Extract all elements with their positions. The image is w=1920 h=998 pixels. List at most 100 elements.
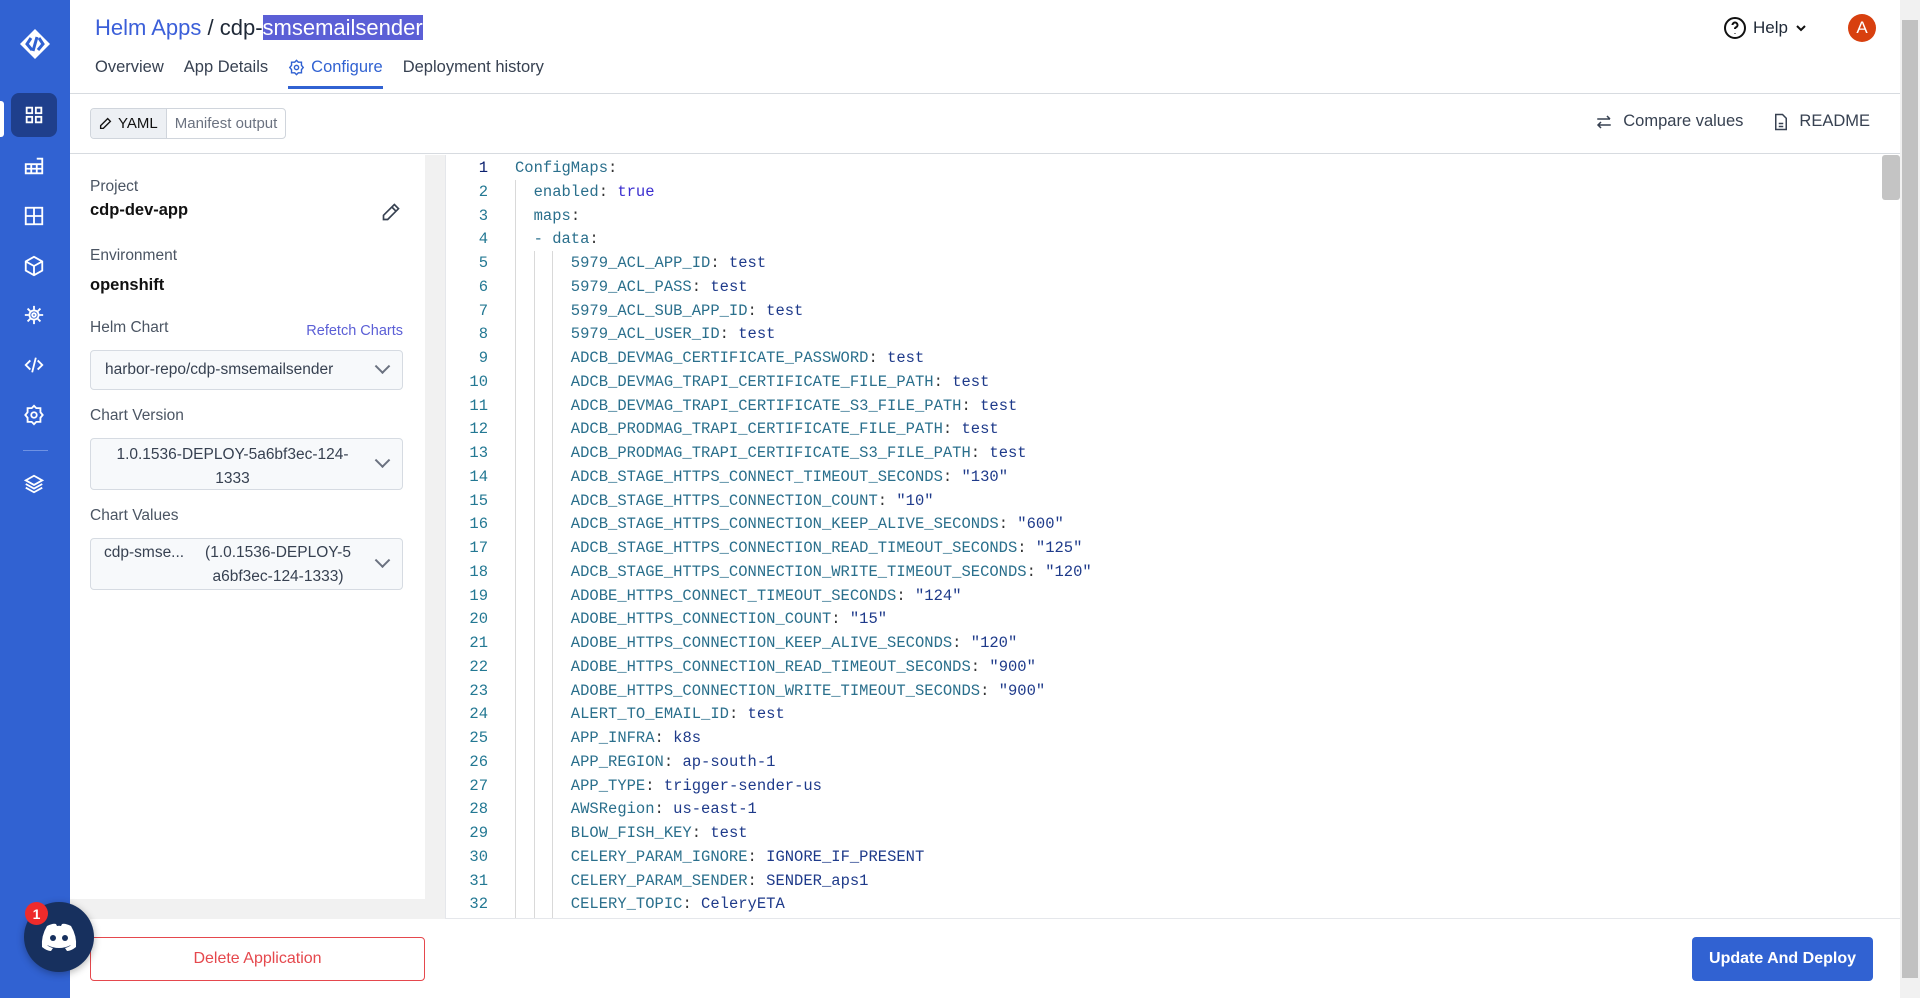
line-number: 20 — [469, 610, 488, 629]
pencil-icon — [99, 117, 112, 130]
code-line[interactable]: 20 ADOBE_HTTPS_CONNECTION_COUNT: "15" — [446, 607, 1900, 631]
tab-overview[interactable]: Overview — [95, 58, 164, 89]
edit-pencil-icon[interactable] — [381, 202, 401, 222]
code-text: ADOBE_HTTPS_CONNECT_TIMEOUT_SECONDS: "12… — [515, 584, 962, 608]
project-value: cdp-dev-app — [90, 201, 189, 219]
yaml-colon: : — [719, 325, 739, 344]
chart-version-value: 1.0.1536-DEPLOY-5a6bf3ec-124-1333 — [116, 446, 349, 487]
yaml-key: ADOBE_HTTPS_CONNECTION_WRITE_TIMEOUT_SEC… — [515, 681, 981, 700]
code-line[interactable]: 31 CELERY_PARAM_SENDER: SENDER_aps1 — [446, 869, 1900, 893]
yaml-colon: : — [877, 491, 897, 510]
line-number: 9 — [478, 349, 488, 367]
breadcrumb-helm-apps[interactable]: Helm Apps — [95, 15, 201, 40]
code-line[interactable]: 11 ADCB_DEVMAG_TRAPI_CERTIFICATE_S3_FILE… — [446, 394, 1900, 418]
sidebar-item-security[interactable] — [11, 293, 57, 337]
devtron-logo-icon[interactable] — [17, 26, 53, 62]
code-line[interactable]: 25 APP_INFRA: k8s — [446, 726, 1900, 750]
helm-chart-select[interactable]: harbor-repo/cdp-smsemailsender — [90, 350, 403, 390]
app-name-prefix: cdp- — [219, 15, 263, 40]
help-menu[interactable]: Help — [1723, 16, 1808, 40]
page-scrollbar-thumb[interactable] — [1902, 20, 1918, 978]
refetch-charts-link[interactable]: Refetch Charts — [306, 323, 403, 339]
code-line[interactable]: 4 - data: — [446, 227, 1900, 251]
code-line[interactable]: 14 ADCB_STAGE_HTTPS_CONNECT_TIMEOUT_SECO… — [446, 465, 1900, 489]
sidebar-item-stack-manager[interactable] — [11, 462, 57, 506]
chart-values-select[interactable]: cdp-smse... (1.0.1536-DEPLOY-5a6bf3ec-124… — [90, 538, 403, 590]
line-number: 11 — [469, 396, 488, 415]
code-line[interactable]: 5 5979_ACL_APP_ID: test — [446, 251, 1900, 275]
sidebar-item-chart-store[interactable] — [11, 244, 57, 288]
yaml-colon: : — [608, 159, 627, 177]
code-line[interactable]: 24 ALERT_TO_EMAIL_ID: test — [446, 702, 1900, 726]
code-line[interactable]: 9 ADCB_DEVMAG_CERTIFICATE_PASSWORD: test — [446, 346, 1900, 370]
editor-scrollbar-thumb[interactable] — [1882, 155, 1900, 200]
page-scrollbar[interactable] — [1900, 0, 1920, 998]
code-text: ADOBE_HTTPS_CONNECTION_KEEP_ALIVE_SECOND… — [515, 631, 1018, 655]
code-line[interactable]: 29 BLOW_FISH_KEY: test — [446, 821, 1900, 845]
code-line[interactable]: 30 CELERY_PARAM_IGNORE: IGNORE_IF_PRESEN… — [446, 845, 1900, 869]
code-line[interactable]: 18 ADCB_STAGE_HTTPS_CONNECTION_WRITE_TIM… — [446, 560, 1900, 584]
code-line[interactable]: 22 ADOBE_HTTPS_CONNECTION_READ_TIMEOUT_S… — [446, 655, 1900, 679]
readme-label: README — [1799, 112, 1870, 130]
yaml-value: test — [952, 372, 990, 391]
readme-button[interactable]: README — [1773, 112, 1870, 131]
yaml-key: ADCB_STAGE_HTTPS_CONNECT_TIMEOUT_SECONDS — [515, 467, 943, 486]
code-text: ADCB_STAGE_HTTPS_CONNECTION_WRITE_TIMEOU… — [515, 560, 1092, 584]
user-avatar[interactable]: A — [1848, 14, 1876, 42]
manifest-output-button[interactable]: Manifest output — [167, 109, 286, 138]
code-line[interactable]: 1 ConfigMaps: — [446, 156, 1900, 180]
yaml-colon: : — [710, 254, 729, 272]
line-number: 13 — [469, 444, 488, 462]
code-line[interactable]: 7 5979_ACL_SUB_APP_ID: test — [446, 299, 1900, 323]
sidebar-item-settings[interactable] — [11, 393, 57, 437]
code-line[interactable]: 13 ADCB_PRODMAG_TRAPI_CERTIFICATE_S3_FIL… — [446, 441, 1900, 465]
code-line[interactable]: 32 CELERY_TOPIC: CeleryETA — [446, 892, 1900, 916]
left-panel-horizontal-scrollbar[interactable] — [70, 899, 445, 919]
code-line[interactable]: 10 ADCB_DEVMAG_TRAPI_CERTIFICATE_FILE_PA… — [446, 370, 1900, 394]
yaml-key: ADCB_DEVMAG_CERTIFICATE_PASSWORD — [515, 349, 869, 367]
code-line[interactable]: 16 ADCB_STAGE_HTTPS_CONNECTION_KEEP_ALIV… — [446, 512, 1900, 536]
code-line[interactable]: 27 APP_TYPE: trigger-sender-us — [446, 774, 1900, 798]
view-toggle: YAML Manifest output — [90, 108, 287, 139]
sidebar-item-bulk-edit[interactable] — [11, 343, 57, 387]
tab-deployment-history[interactable]: Deployment history — [403, 58, 544, 89]
code-text: ADCB_STAGE_HTTPS_CONNECTION_KEEP_ALIVE_S… — [515, 512, 1064, 536]
code-line[interactable]: 21 ADOBE_HTTPS_CONNECTION_KEEP_ALIVE_SEC… — [446, 631, 1900, 655]
compare-values-button[interactable]: Compare values — [1595, 112, 1743, 131]
yaml-colon: : — [645, 776, 664, 795]
code-line[interactable]: 17 ADCB_STAGE_HTTPS_CONNECTION_READ_TIME… — [446, 536, 1900, 560]
yaml-colon: : — [691, 824, 711, 842]
yaml-key: ADCB_STAGE_HTTPS_CONNECTION_COUNT — [515, 491, 878, 510]
delete-application-button[interactable]: Delete Application — [90, 937, 425, 981]
code-text: CELERY_TOPIC: CeleryETA — [515, 892, 785, 916]
code-line[interactable]: 3 maps: — [446, 204, 1900, 228]
line-number: 7 — [478, 301, 488, 320]
sidebar-item-app-groups[interactable] — [11, 144, 57, 188]
code-line[interactable]: 26 APP_REGION: ap-south-1 — [446, 750, 1900, 774]
yaml-key: BLOW_FISH_KEY — [515, 824, 692, 842]
code-line[interactable]: 28 AWSRegion: us-east-1 — [446, 797, 1900, 821]
tab-configure[interactable]: Configure — [288, 58, 383, 89]
code-text: CELERY_PARAM_IGNORE: IGNORE_IF_PRESENT — [515, 845, 925, 869]
left-panel-scrollbar[interactable] — [425, 155, 445, 899]
tab-app-details[interactable]: App Details — [184, 58, 268, 89]
yaml-value: test — [728, 254, 767, 272]
code-line[interactable]: 19 ADOBE_HTTPS_CONNECT_TIMEOUT_SECONDS: … — [446, 584, 1900, 608]
code-line[interactable]: 23 ADOBE_HTTPS_CONNECTION_WRITE_TIMEOUT_… — [446, 679, 1900, 703]
code-line[interactable]: 8 5979_ACL_USER_ID: test — [446, 322, 1900, 346]
update-and-deploy-button[interactable]: Update And Deploy — [1692, 937, 1873, 981]
line-number: 17 — [469, 539, 488, 557]
code-line[interactable]: 6 5979_ACL_PASS: test — [446, 275, 1900, 299]
yaml-editor[interactable]: 1 ConfigMaps: 2 enabled: true 3 maps: 4 - … — [445, 155, 1900, 918]
yaml-toggle-button[interactable]: YAML — [91, 109, 167, 138]
code-text: 5979_ACL_USER_ID: test — [515, 322, 776, 346]
line-number: 12 — [469, 420, 488, 439]
code-line[interactable]: 15 ADCB_STAGE_HTTPS_CONNECTION_COUNT: "1… — [446, 489, 1900, 513]
code-line[interactable]: 12 ADCB_PRODMAG_TRAPI_CERTIFICATE_FILE_P… — [446, 417, 1900, 441]
sidebar-item-resource-browser[interactable] — [11, 194, 57, 238]
code-line[interactable]: 2 enabled: true — [446, 180, 1900, 204]
yaml-colon: : — [589, 230, 609, 249]
chart-version-select[interactable]: 1.0.1536-DEPLOY-5a6bf3ec-124-1333 — [90, 438, 403, 490]
code-icon — [24, 357, 44, 373]
sidebar-item-apps[interactable] — [11, 93, 57, 137]
